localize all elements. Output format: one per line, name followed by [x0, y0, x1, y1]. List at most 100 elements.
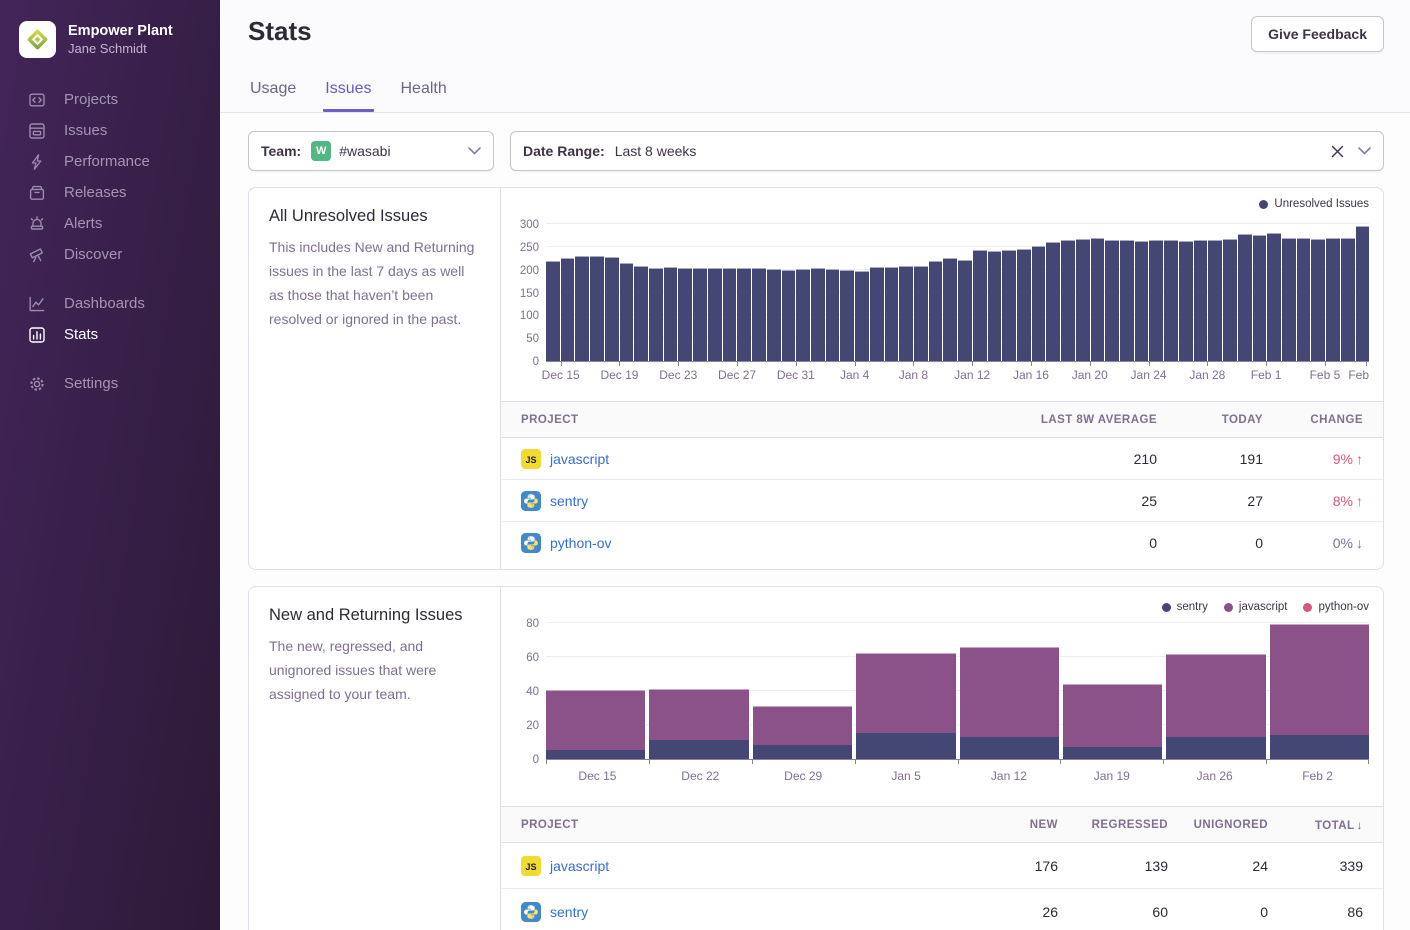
x-tick-label: Jan 20 [1072, 368, 1108, 382]
unresolved-bar [575, 256, 589, 361]
axis-tick [1366, 361, 1367, 366]
legend-label: python-ov [1318, 601, 1369, 613]
unresolved-bar [1208, 240, 1222, 361]
date-range-value: Last 8 weeks [615, 143, 697, 159]
unresolved-bar [855, 271, 869, 361]
project-link[interactable]: javascript [550, 451, 609, 467]
user-name: Jane Schmidt [68, 41, 173, 57]
axis-tick [1266, 361, 1267, 366]
arrow-down-icon: ↓ [1356, 535, 1363, 551]
stacked-bar [1063, 684, 1162, 759]
bar-segment-sentry [960, 737, 1059, 759]
unresolved-bar [752, 268, 766, 361]
sidebar-item-dashboards[interactable]: Dashboards [0, 288, 220, 319]
unresolved-bar [782, 270, 796, 361]
project-link[interactable]: sentry [550, 904, 588, 920]
axis-tick [972, 361, 973, 366]
x-tick-label: Jan 28 [1189, 368, 1225, 382]
bar-segment-sentry [856, 733, 955, 759]
table-header-row: PROJECTNEWREGRESSEDUNIGNOREDTOTAL↓ [501, 807, 1383, 843]
table-row: JSjavascript17613924339 [501, 843, 1383, 889]
bar-segment-sentry [649, 740, 748, 759]
axis-tick [913, 361, 914, 366]
x-tick-label: Dec 27 [718, 368, 756, 382]
sidebar-nav: ProjectsIssuesPerformanceReleasesAlertsD… [0, 84, 220, 399]
axis-tick [561, 361, 562, 366]
sidebar-item-settings[interactable]: Settings [0, 368, 220, 399]
unresolved-bar [590, 256, 604, 361]
unresolved-bar [796, 269, 810, 361]
table-row: sentry25278%↑ [501, 480, 1383, 522]
unresolved-bar [649, 268, 663, 361]
team-value: #wasabi [339, 143, 390, 159]
table-row: sentry2660086 [501, 889, 1383, 930]
stacked-bar [546, 690, 645, 759]
unresolved-bar [958, 260, 972, 361]
axis-tick [752, 759, 753, 764]
legend-item-python-ov[interactable]: python-ov [1303, 601, 1369, 613]
team-avatar: W [311, 141, 331, 161]
sidebar-item-projects[interactable]: Projects [0, 84, 220, 115]
org-switcher[interactable]: Empower Plant Jane Schmidt [0, 0, 220, 58]
date-range-select[interactable]: Date Range: Last 8 weeks [510, 131, 1384, 171]
sidebar-item-issues[interactable]: Issues [0, 115, 220, 146]
chevron-down-icon[interactable] [468, 147, 481, 155]
value-cell: 60 [1152, 904, 1168, 920]
axis-tick [855, 759, 856, 764]
y-axis-labels: 050100150200250300 [501, 188, 539, 401]
value-cell: 0 [1255, 535, 1263, 551]
sidebar-item-stats[interactable]: Stats [0, 319, 220, 350]
sidebar-item-releases[interactable]: Releases [0, 177, 220, 208]
tab-usage[interactable]: Usage [248, 80, 298, 112]
project-link[interactable]: javascript [550, 858, 609, 874]
legend-item-unresolved-issues[interactable]: Unresolved Issues [1259, 198, 1369, 210]
unresolved-bar [1341, 238, 1355, 361]
python-platform-icon [521, 902, 541, 922]
project-link[interactable]: sentry [550, 493, 588, 509]
unresolved-issues-chart: Unresolved Issues 050100150200250300 Dec… [501, 188, 1383, 401]
bar-segment-javascript [1063, 684, 1162, 747]
unresolved-bar [1297, 238, 1311, 361]
page-header: Stats Give Feedback UsageIssuesHealth [220, 0, 1410, 113]
unresolved-bar [1091, 238, 1105, 361]
x-tick-label: Dec 19 [600, 368, 638, 382]
unresolved-bar [1194, 240, 1208, 361]
chart-legend: Unresolved Issues [1259, 198, 1369, 210]
x-tick-label: Jan 8 [899, 368, 928, 382]
unresolved-bar [1017, 249, 1031, 361]
column-header-project: PROJECT [521, 414, 967, 426]
project-link[interactable]: python-ov [550, 535, 611, 551]
value-cell: 139 [1145, 858, 1168, 874]
sidebar-item-alerts[interactable]: Alerts [0, 208, 220, 239]
axis-tick [619, 361, 620, 366]
chevron-down-icon[interactable] [1358, 147, 1371, 155]
tab-health[interactable]: Health [399, 80, 449, 112]
panel-description: The new, regressed, and unignored issues… [269, 634, 480, 706]
give-feedback-button[interactable]: Give Feedback [1251, 16, 1384, 52]
sidebar-item-performance[interactable]: Performance [0, 146, 220, 177]
unresolved-issues-table: PROJECTLAST 8W AVERAGETODAYCHANGEJSjavas… [501, 401, 1383, 564]
unresolved-bar [1238, 234, 1252, 361]
sidebar-item-label: Performance [64, 153, 150, 170]
sidebar-item-label: Settings [64, 375, 118, 392]
projects-icon [28, 91, 46, 109]
table-row: python-ov000%↓ [501, 522, 1383, 564]
column-header-total[interactable]: TOTAL↓ [1315, 818, 1363, 832]
unresolved-bar [1282, 238, 1296, 361]
content: Team: W #wasabi Date Range: Last 8 weeks [220, 113, 1410, 930]
unresolved-bar [620, 263, 634, 361]
column-header-new: NEW [1030, 819, 1058, 831]
unresolved-bar [1311, 239, 1325, 361]
unresolved-bar [1356, 226, 1370, 361]
sidebar-item-discover[interactable]: Discover [0, 239, 220, 270]
tab-issues[interactable]: Issues [323, 80, 373, 112]
unresolved-bar [943, 258, 957, 361]
legend-item-javascript[interactable]: javascript [1224, 601, 1288, 613]
legend-item-sentry[interactable]: sentry [1162, 601, 1208, 613]
clear-date-icon[interactable] [1331, 145, 1344, 158]
team-select[interactable]: Team: W #wasabi [248, 131, 494, 171]
legend-label: javascript [1239, 601, 1288, 613]
unresolved-bar [1046, 242, 1060, 361]
bar-segment-javascript [546, 690, 645, 750]
unresolved-bar [1120, 240, 1134, 361]
